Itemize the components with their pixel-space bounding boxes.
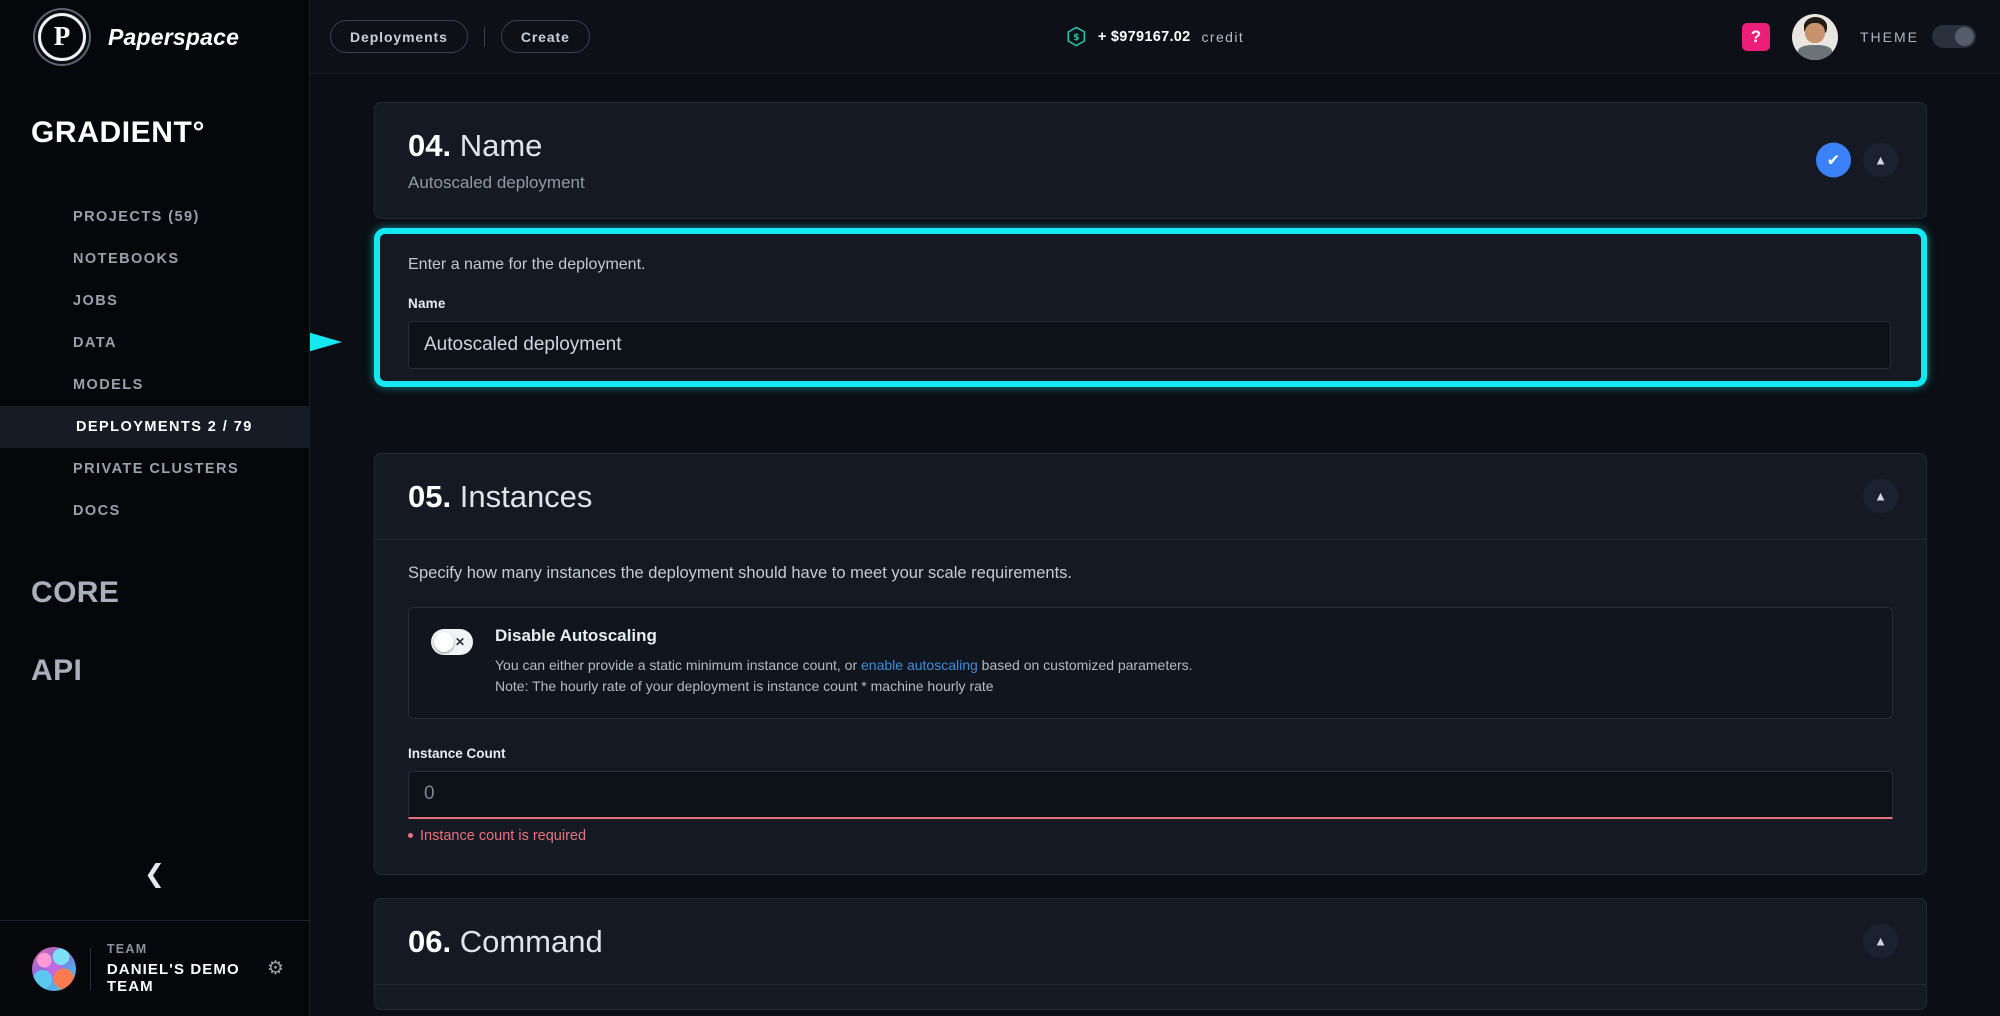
section-number: 06. (408, 924, 452, 959)
sidebar-item-data[interactable]: DATA (0, 322, 309, 364)
sidebar-item-notebooks[interactable]: NOTEBOOKS (0, 238, 309, 280)
section-header-command: 06. Command ▲ (375, 899, 1926, 985)
team-bar[interactable]: TEAM DANIEL'S DEMO TEAM ⚙ (0, 920, 310, 1016)
sidebar-collapse-button[interactable]: ❮ (0, 861, 309, 886)
section-number: 04. (408, 128, 452, 163)
section-title-name: 04. Name (408, 128, 1893, 163)
error-text: Instance count is required (420, 827, 587, 844)
sidebar-item-label: DEPLOYMENTS 2 / 79 (76, 419, 253, 435)
sidebar-item-models[interactable]: MODELS (0, 364, 309, 406)
logo-letter: P (53, 20, 71, 51)
chevron-left-icon: ❮ (144, 859, 165, 888)
enable-autoscaling-link[interactable]: enable autoscaling (861, 657, 978, 673)
theme-toggle[interactable] (1932, 25, 1976, 48)
sidebar-section-api[interactable]: API (31, 654, 309, 688)
section-title-text: Instances (459, 479, 593, 514)
sidebar-item-label: JOBS (73, 293, 119, 309)
instance-count-error: Instance count is required (408, 828, 1893, 844)
credit-amount: + $979167.02 (1097, 28, 1191, 45)
section-number: 05. (408, 479, 452, 514)
dollar-hexagon-icon: $ (1066, 26, 1087, 47)
autoscaling-title: Disable Autoscaling (495, 625, 657, 645)
create-button[interactable]: Create (500, 20, 590, 53)
chevron-up-icon[interactable]: ▲ (1863, 142, 1898, 178)
main-content: 04. Name Autoscaled deployment ✔ ▲ Enter… (310, 74, 2000, 1016)
sidebar-item-label: MODELS (73, 377, 144, 393)
team-avatar (32, 946, 76, 991)
brand-name: Paperspace (108, 23, 240, 50)
sidebar-item-private-clusters[interactable]: PRIVATE CLUSTERS (0, 448, 309, 490)
section-card-instances: 05. Instances ▲ Specify how many instanc… (374, 453, 1927, 875)
svg-text:$: $ (1073, 32, 1079, 43)
sidebar-item-label: PROJECTS (59) (73, 209, 200, 225)
sidebar-nav: PROJECTS (59) NOTEBOOKS JOBS DATA MODELS… (0, 196, 309, 532)
sidebar-item-jobs[interactable]: JOBS (0, 280, 309, 322)
theme-label: THEME (1860, 28, 1919, 45)
section-title-instances: 05. Instances (408, 479, 1893, 514)
breadcrumb-deployments-button[interactable]: Deployments (330, 20, 468, 53)
credit-display: $ + $979167.02 credit (1066, 26, 1244, 47)
section-title-text: Name (459, 128, 543, 163)
team-label: TEAM (106, 942, 148, 956)
chevron-up-icon[interactable]: ▲ (1863, 923, 1898, 959)
sidebar-item-projects[interactable]: PROJECTS (59) (0, 196, 309, 238)
brand-logo[interactable]: P Paperspace (0, 0, 309, 74)
arrow-annotation (310, 330, 344, 352)
sidebar-item-docs[interactable]: DOCS (0, 490, 309, 532)
autoscaling-panel: ✕ Disable Autoscaling You can either pro… (408, 606, 1893, 719)
gradient-title: GRADIENT° (31, 116, 206, 149)
section-card-command: 06. Command ▲ (374, 898, 1927, 1010)
instance-count-input[interactable]: 0 (408, 770, 1893, 819)
help-icon[interactable]: ? (1742, 22, 1770, 51)
check-icon[interactable]: ✔ (1816, 142, 1851, 178)
divider (90, 947, 91, 990)
sidebar-item-label: DOCS (73, 503, 121, 519)
instance-count-label: Instance Count (408, 745, 506, 761)
name-input[interactable]: Autoscaled deployment (408, 321, 1891, 369)
divider (483, 26, 485, 47)
section-title-text: Command (459, 924, 603, 959)
instances-body: Specify how many instances the deploymen… (375, 540, 1926, 874)
sidebar-item-label: PRIVATE CLUSTERS (73, 461, 240, 477)
command-body (375, 985, 1926, 1009)
section-subtitle-name: Autoscaled deployment (408, 172, 585, 192)
team-name: DANIEL'S DEMO TEAM (106, 961, 240, 995)
sidebar: P Paperspace GRADIENT° PROJECTS (59) NOT… (0, 0, 310, 1016)
sidebar-item-label: DATA (73, 335, 117, 351)
section-header-name: 04. Name Autoscaled deployment ✔ ▲ (375, 103, 1926, 218)
credit-word: credit (1201, 28, 1245, 45)
desc-after: based on customized parameters. (977, 656, 1193, 673)
sidebar-item-deployments[interactable]: DEPLOYMENTS 2 / 79 (0, 406, 309, 448)
name-helper-text: Enter a name for the deployment. (408, 256, 646, 273)
user-avatar[interactable] (1792, 13, 1838, 60)
top-bar: Deployments Create $ + $979167.02 credit… (310, 0, 2000, 74)
section-card-name: 04. Name Autoscaled deployment ✔ ▲ (374, 102, 1927, 219)
section-title-command: 06. Command (408, 924, 1893, 959)
section-header-instances: 05. Instances ▲ (375, 454, 1926, 540)
autoscaling-note: Note: The hourly rate of your deployment… (495, 678, 994, 695)
gear-icon[interactable]: ⚙ (267, 959, 284, 978)
chevron-up-icon[interactable]: ▲ (1863, 478, 1898, 514)
name-field-label: Name (408, 296, 446, 311)
close-icon: ✕ (454, 634, 465, 649)
name-field-highlight: Enter a name for the deployment. Name Au… (374, 228, 1927, 387)
sidebar-section-core[interactable]: CORE (31, 576, 309, 610)
sidebar-item-label: NOTEBOOKS (73, 251, 180, 267)
autoscaling-toggle[interactable]: ✕ (431, 628, 473, 655)
autoscaling-description: You can either provide a static minimum … (495, 655, 1193, 698)
error-dot-icon (408, 833, 413, 839)
paperspace-logo-icon: P (38, 13, 86, 61)
desc-before: You can either provide a static minimum … (495, 656, 862, 673)
instances-description: Specify how many instances the deploymen… (408, 563, 1073, 582)
